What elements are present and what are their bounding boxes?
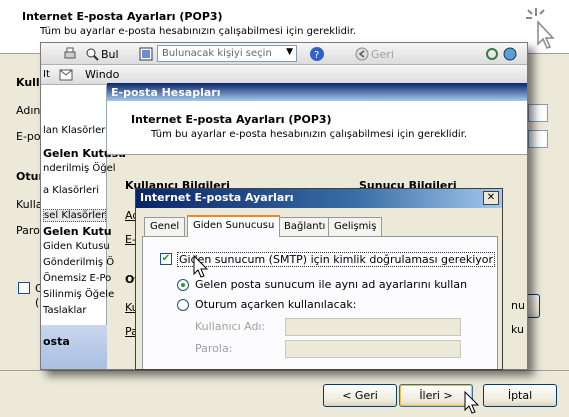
password-label: Parola: bbox=[195, 342, 233, 355]
wizard-label-password: Parol bbox=[16, 224, 43, 237]
find-button[interactable]: Bul bbox=[101, 48, 119, 61]
next-button[interactable]: İleri > bbox=[399, 384, 473, 407]
accounts-right-fragment-2: ku bbox=[511, 323, 525, 336]
refresh-icon[interactable] bbox=[485, 47, 499, 61]
toolbar-window-label[interactable]: Windo bbox=[85, 68, 119, 81]
accounts-window-titlebar: E-posta Hesapları bbox=[107, 83, 527, 101]
wizard-name-field-edge[interactable] bbox=[528, 104, 548, 122]
close-icon[interactable]: ✕ bbox=[483, 191, 499, 205]
wizard-email-field-edge[interactable] bbox=[528, 130, 548, 148]
mouse-pointer-icon bbox=[464, 391, 480, 414]
dropdown-arrow-icon[interactable]: ▼ bbox=[286, 47, 293, 57]
toolbar-it-label: It bbox=[43, 69, 50, 80]
radio-use-same-settings-label[interactable]: Gelen posta sunucum ile aynı ad ayarları… bbox=[195, 278, 467, 291]
folder-item[interactable]: nderilmiş Öğel bbox=[43, 163, 116, 174]
accounts-heading: Internet E-posta Ayarları (POP3) bbox=[131, 113, 332, 126]
wizard-spa-checkbox[interactable] bbox=[18, 282, 30, 294]
cancel-button[interactable]: İptal bbox=[483, 384, 557, 407]
wizard-title: Internet E-posta Ayarları (POP3) bbox=[22, 10, 223, 23]
address-book-icon[interactable] bbox=[139, 47, 153, 61]
tab-outgoing-server[interactable]: Giden Sunucusu bbox=[187, 215, 281, 237]
tab-advanced[interactable]: Gelişmiş bbox=[328, 217, 383, 236]
internet-email-settings-dialog: Internet E-posta Ayarları ✕ Genel Giden … bbox=[135, 188, 503, 370]
folder-item-selected[interactable]: sel Klasörler bbox=[43, 209, 107, 222]
mouse-pointer-icon bbox=[193, 255, 209, 278]
folder-item-outbox[interactable]: Giden Kutusu bbox=[43, 241, 110, 252]
radio-log-on-using[interactable] bbox=[177, 299, 189, 311]
new-message-icon[interactable] bbox=[59, 67, 75, 83]
accounts-window-header: Internet E-posta Ayarları (POP3) Tüm bu … bbox=[107, 101, 527, 155]
print-icon[interactable] bbox=[63, 47, 77, 61]
folder-item-junk[interactable]: Önemsiz E-Po bbox=[43, 273, 111, 284]
folder-item-drafts[interactable]: Taslaklar bbox=[43, 305, 87, 316]
svg-text:?: ? bbox=[314, 50, 319, 61]
folder-pane: lan Klasörler Gelen Kutusu nderilmiş Öğe… bbox=[41, 85, 126, 369]
wizard-subtitle: Tüm bu ayarlar e-posta hesabınızın çalış… bbox=[40, 26, 357, 37]
globe-icon[interactable] bbox=[503, 47, 517, 61]
nav-back-button[interactable]: Geri bbox=[371, 48, 394, 61]
smtp-auth-checkbox[interactable]: ✔ bbox=[160, 253, 172, 265]
folder-item[interactable]: a Klasörleri bbox=[43, 185, 99, 196]
dialog-titlebar: Internet E-posta Ayarları bbox=[136, 189, 502, 208]
tab-general[interactable]: Genel bbox=[144, 217, 186, 236]
password-input[interactable] bbox=[285, 340, 461, 358]
accounts-right-fragment-1: nu bbox=[511, 299, 525, 312]
folder-item-deleted[interactable]: Silinmiş Öğele bbox=[43, 289, 114, 300]
back-arrow-icon[interactable] bbox=[355, 47, 369, 61]
wizard-label-user-section: Kull bbox=[16, 76, 40, 89]
folder-item[interactable]: lan Klasörler bbox=[43, 125, 105, 136]
smtp-auth-label[interactable]: Giden sunucum (SMTP) için kimlik doğrula… bbox=[177, 252, 496, 267]
dialog-title: Internet E-posta Ayarları bbox=[140, 191, 294, 204]
outlook-toolbar-main: Bul Bulunacak kişiyi seçin ▼ ? Geri bbox=[41, 43, 527, 65]
radio-log-on-using-label[interactable]: Oturum açarken kullanılacak: bbox=[195, 298, 356, 311]
folder-item-inbox[interactable]: Gelen Kutu bbox=[43, 225, 112, 238]
radio-use-same-settings[interactable] bbox=[177, 279, 189, 291]
contact-search-box[interactable]: Bulunacak kişiyi seçin ▼ bbox=[157, 45, 297, 62]
back-button[interactable]: < Geri bbox=[323, 384, 397, 407]
mail-nav-label: osta bbox=[43, 335, 70, 348]
find-icon[interactable] bbox=[85, 47, 99, 61]
username-input[interactable] bbox=[285, 318, 461, 336]
folder-item-sent[interactable]: Gönderilmiş Ö bbox=[43, 257, 114, 268]
contact-search-placeholder: Bulunacak kişiyi seçin bbox=[162, 48, 272, 59]
wizard-more-settings-edge[interactable] bbox=[526, 294, 540, 318]
outlook-toolbar-secondary: It Windo bbox=[41, 65, 527, 85]
accounts-subheading: Tüm bu ayarlar e-posta hesabınızın çalış… bbox=[151, 129, 468, 140]
wizard-footer: < Geri İleri > İptal bbox=[0, 370, 569, 417]
mail-nav-button-area[interactable]: osta bbox=[41, 325, 107, 369]
username-label: Kullanıcı Adı: bbox=[195, 320, 266, 333]
help-icon[interactable]: ? bbox=[309, 46, 325, 62]
tab-connection[interactable]: Bağlantı bbox=[278, 217, 332, 236]
